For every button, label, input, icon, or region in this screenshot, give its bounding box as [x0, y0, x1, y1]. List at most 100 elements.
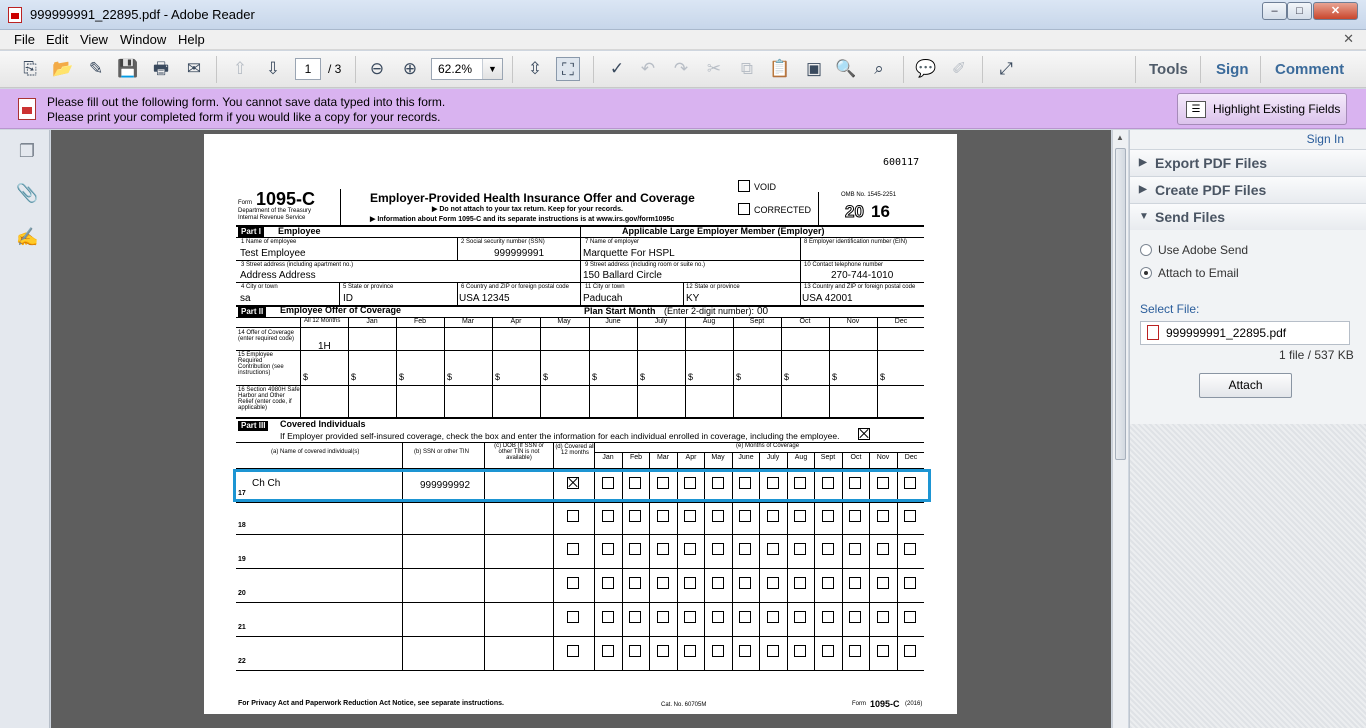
month-coverage-checkbox[interactable]: [657, 543, 669, 555]
copy-icon[interactable]: ⧉: [735, 57, 759, 81]
find-icon[interactable]: 🔍: [834, 57, 858, 81]
fit-page-icon[interactable]: ⛶: [556, 57, 580, 81]
month-coverage-checkbox[interactable]: [904, 611, 916, 623]
employee-ssn[interactable]: 999999991: [494, 248, 544, 259]
self-insured-checkbox[interactable]: [858, 428, 870, 440]
month-coverage-checkbox[interactable]: [794, 510, 806, 522]
month-coverage-checkbox[interactable]: [877, 611, 889, 623]
next-page-icon[interactable]: ⇩: [261, 57, 285, 81]
covered-all12-checkbox[interactable]: [567, 510, 579, 522]
month-coverage-checkbox[interactable]: [849, 645, 861, 657]
month-coverage-checkbox[interactable]: [822, 577, 834, 589]
month-coverage-checkbox[interactable]: [849, 577, 861, 589]
month-coverage-checkbox[interactable]: [602, 543, 614, 555]
month-coverage-checkbox[interactable]: [822, 611, 834, 623]
sticky-note-icon[interactable]: 💬: [914, 57, 938, 81]
employer-name[interactable]: Marquette For HSPL: [583, 248, 675, 259]
month-coverage-checkbox[interactable]: [712, 611, 724, 623]
send-files-section[interactable]: ▼ Send Files: [1130, 203, 1366, 230]
employer-address[interactable]: 150 Ballard Circle: [583, 270, 662, 281]
month-coverage-checkbox[interactable]: [904, 577, 916, 589]
month-coverage-checkbox[interactable]: [602, 510, 614, 522]
page-thumbnails-icon[interactable]: ❐: [16, 140, 38, 162]
month-coverage-checkbox[interactable]: [684, 577, 696, 589]
month-coverage-checkbox[interactable]: [684, 645, 696, 657]
employee-zip[interactable]: USA 12345: [459, 293, 510, 304]
create-pdf-icon[interactable]: ⎘: [18, 57, 42, 81]
void-checkbox[interactable]: [738, 180, 750, 192]
month-coverage-checkbox[interactable]: [849, 543, 861, 555]
chevron-down-icon[interactable]: ▼: [482, 59, 502, 79]
undo-icon[interactable]: ↶: [636, 57, 660, 81]
month-coverage-checkbox[interactable]: [877, 577, 889, 589]
close-window-button[interactable]: ✕: [1313, 2, 1358, 20]
covered-all12-checkbox[interactable]: [567, 611, 579, 623]
menu-file[interactable]: File: [14, 32, 35, 47]
month-coverage-checkbox[interactable]: [629, 577, 641, 589]
cut-icon[interactable]: ✂: [702, 57, 726, 81]
close-document-icon[interactable]: ✕: [1343, 31, 1354, 47]
month-coverage-checkbox[interactable]: [629, 510, 641, 522]
spell-check-icon[interactable]: ✓: [605, 57, 629, 81]
employer-city[interactable]: Paducah: [583, 293, 622, 304]
month-coverage-checkbox[interactable]: [602, 577, 614, 589]
month-coverage-checkbox[interactable]: [767, 645, 779, 657]
employer-zip[interactable]: USA 42001: [802, 293, 853, 304]
month-coverage-checkbox[interactable]: [822, 543, 834, 555]
month-coverage-checkbox[interactable]: [684, 611, 696, 623]
sign-link[interactable]: Sign: [1216, 61, 1249, 78]
advanced-search-icon[interactable]: ⌕: [867, 57, 891, 81]
scrolling-mode-icon[interactable]: ⇳: [523, 57, 547, 81]
month-coverage-checkbox[interactable]: [904, 645, 916, 657]
month-coverage-checkbox[interactable]: [877, 510, 889, 522]
month-coverage-checkbox[interactable]: [712, 510, 724, 522]
tools-link[interactable]: Tools: [1149, 61, 1188, 78]
month-coverage-checkbox[interactable]: [904, 510, 916, 522]
attachments-icon[interactable]: 📎: [16, 182, 38, 204]
previous-page-icon[interactable]: ⇧: [228, 57, 252, 81]
menu-help[interactable]: Help: [178, 32, 205, 47]
menu-window[interactable]: Window: [120, 32, 166, 47]
use-adobe-send-radio[interactable]: [1140, 244, 1152, 256]
selected-file-field[interactable]: 999999991_22895.pdf: [1140, 321, 1350, 345]
month-coverage-checkbox[interactable]: [849, 510, 861, 522]
save-icon[interactable]: 💾: [116, 57, 140, 81]
month-coverage-checkbox[interactable]: [629, 611, 641, 623]
zoom-select[interactable]: 62.2% ▼: [431, 58, 503, 80]
month-coverage-checkbox[interactable]: [877, 645, 889, 657]
menu-view[interactable]: View: [80, 32, 108, 47]
month-coverage-checkbox[interactable]: [877, 543, 889, 555]
month-coverage-checkbox[interactable]: [794, 611, 806, 623]
month-coverage-checkbox[interactable]: [657, 611, 669, 623]
edit-form-icon[interactable]: ✎: [84, 57, 108, 81]
month-coverage-checkbox[interactable]: [657, 510, 669, 522]
month-coverage-checkbox[interactable]: [822, 645, 834, 657]
month-coverage-checkbox[interactable]: [767, 510, 779, 522]
employee-name[interactable]: Test Employee: [240, 248, 306, 259]
month-coverage-checkbox[interactable]: [602, 611, 614, 623]
month-coverage-checkbox[interactable]: [739, 543, 751, 555]
covered-all12-checkbox[interactable]: [567, 577, 579, 589]
month-coverage-checkbox[interactable]: [602, 645, 614, 657]
month-coverage-checkbox[interactable]: [712, 645, 724, 657]
month-coverage-checkbox[interactable]: [904, 543, 916, 555]
full-screen-icon[interactable]: ⤢: [994, 57, 1018, 81]
zoom-out-icon[interactable]: ⊖: [365, 57, 389, 81]
document-scrollbar[interactable]: ▲: [1112, 130, 1128, 728]
maximize-button[interactable]: □: [1287, 2, 1312, 20]
employee-city[interactable]: sa: [240, 293, 251, 304]
employer-phone[interactable]: 270-744-1010: [831, 270, 893, 281]
highlight-fields-button[interactable]: ☰ Highlight Existing Fields: [1177, 93, 1347, 125]
minimize-button[interactable]: –: [1262, 2, 1287, 20]
scrollbar-thumb[interactable]: [1115, 148, 1126, 460]
corrected-checkbox[interactable]: [738, 203, 750, 215]
month-coverage-checkbox[interactable]: [629, 543, 641, 555]
employee-state[interactable]: ID: [343, 293, 353, 304]
open-icon[interactable]: 📂: [51, 57, 75, 81]
month-coverage-checkbox[interactable]: [684, 510, 696, 522]
attach-to-email-radio[interactable]: [1140, 267, 1152, 279]
month-coverage-checkbox[interactable]: [657, 577, 669, 589]
month-coverage-checkbox[interactable]: [767, 543, 779, 555]
month-coverage-checkbox[interactable]: [794, 577, 806, 589]
month-coverage-checkbox[interactable]: [739, 510, 751, 522]
